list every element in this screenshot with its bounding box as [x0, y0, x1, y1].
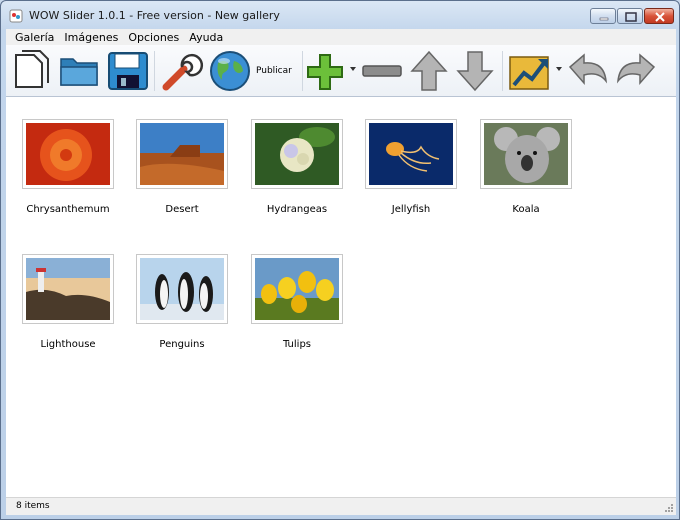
gallery-view: Chrysanthemum Desert Hydrangeas Jellyfis…	[6, 97, 676, 497]
tulips-image	[255, 258, 339, 320]
window-title: WOW Slider 1.0.1 - Free version - New ga…	[29, 9, 280, 22]
koala-image	[484, 123, 568, 185]
desert-image	[140, 123, 224, 185]
redo-button[interactable]	[614, 49, 658, 93]
move-down-button[interactable]	[454, 49, 496, 93]
caption-tulips: Tulips	[282, 339, 312, 350]
toolbar-separator	[302, 51, 303, 91]
arrow-down-icon	[456, 51, 494, 92]
jellyfish-image	[369, 123, 453, 185]
caption-koala: Koala	[512, 204, 540, 215]
resize-grip-icon[interactable]	[664, 503, 674, 513]
caption-desert: Desert	[165, 204, 199, 215]
caption-hydrangeas: Hydrangeas	[266, 204, 328, 215]
thumbnail-hydrangeas[interactable]	[251, 119, 343, 189]
toolbar-separator	[154, 51, 155, 91]
close-button[interactable]	[644, 8, 674, 24]
effects-button[interactable]	[508, 49, 552, 93]
minimize-icon	[599, 17, 609, 21]
app-icon	[9, 9, 23, 23]
hydrangeas-image	[255, 123, 339, 185]
app-window: WOW Slider 1.0.1 - Free version - New ga…	[0, 0, 680, 520]
remove-icon	[362, 65, 402, 77]
menu-ayuda[interactable]: Ayuda	[184, 31, 228, 44]
arrow-up-icon	[410, 50, 448, 91]
globe-icon	[210, 51, 250, 91]
publish-label: Publicar	[256, 66, 292, 76]
close-icon	[655, 12, 665, 22]
new-document-icon	[15, 50, 49, 88]
thumbnail-jellyfish[interactable]	[365, 119, 457, 189]
lighthouse-image	[26, 258, 110, 320]
item-count: 8 items	[16, 501, 50, 511]
caption-chrysanthemum: Chrysanthemum	[26, 204, 110, 215]
minimize-button[interactable]	[590, 8, 616, 24]
status-bar: 8 items	[6, 497, 676, 515]
save-button[interactable]	[106, 49, 150, 93]
thumbnail-koala[interactable]	[480, 119, 572, 189]
move-up-button[interactable]	[408, 49, 450, 93]
undo-icon	[568, 53, 607, 85]
open-folder-icon	[60, 58, 98, 86]
effects-dropdown-arrow-icon[interactable]	[556, 67, 562, 71]
undo-button[interactable]	[566, 49, 610, 93]
chrysanthemum-image	[26, 123, 110, 185]
caption-jellyfish: Jellyfish	[391, 204, 431, 215]
add-dropdown-arrow-icon[interactable]	[350, 67, 356, 71]
menu-imagenes[interactable]: Imágenes	[59, 31, 123, 44]
thumbnail-penguins[interactable]	[136, 254, 228, 324]
menu-opciones[interactable]: Opciones	[123, 31, 184, 44]
chart-icon	[509, 56, 549, 90]
publish-button[interactable]: Publicar	[208, 49, 298, 93]
menu-bar: Galería Imágenes Opciones Ayuda	[6, 29, 676, 45]
toolbar-separator	[502, 51, 503, 91]
wrench-icon	[162, 53, 204, 91]
toolbar: Publicar	[6, 45, 676, 97]
add-icon	[307, 54, 343, 90]
menu-galeria[interactable]: Galería	[10, 31, 59, 44]
maximize-button[interactable]	[617, 8, 643, 24]
penguins-image	[140, 258, 224, 320]
open-folder-button[interactable]	[58, 49, 100, 93]
redo-icon	[617, 53, 656, 85]
title-bar: WOW Slider 1.0.1 - Free version - New ga…	[1, 1, 679, 29]
thumbnail-tulips[interactable]	[251, 254, 343, 324]
thumbnail-desert[interactable]	[136, 119, 228, 189]
thumbnail-lighthouse[interactable]	[22, 254, 114, 324]
maximize-icon	[625, 12, 637, 22]
add-image-button[interactable]	[306, 49, 344, 93]
remove-image-button[interactable]	[360, 49, 404, 93]
new-gallery-button[interactable]	[12, 49, 52, 93]
caption-lighthouse: Lighthouse	[40, 339, 96, 350]
settings-button[interactable]	[160, 49, 204, 93]
thumbnail-chrysanthemum[interactable]	[22, 119, 114, 189]
save-icon	[108, 52, 148, 90]
caption-penguins: Penguins	[159, 339, 205, 350]
